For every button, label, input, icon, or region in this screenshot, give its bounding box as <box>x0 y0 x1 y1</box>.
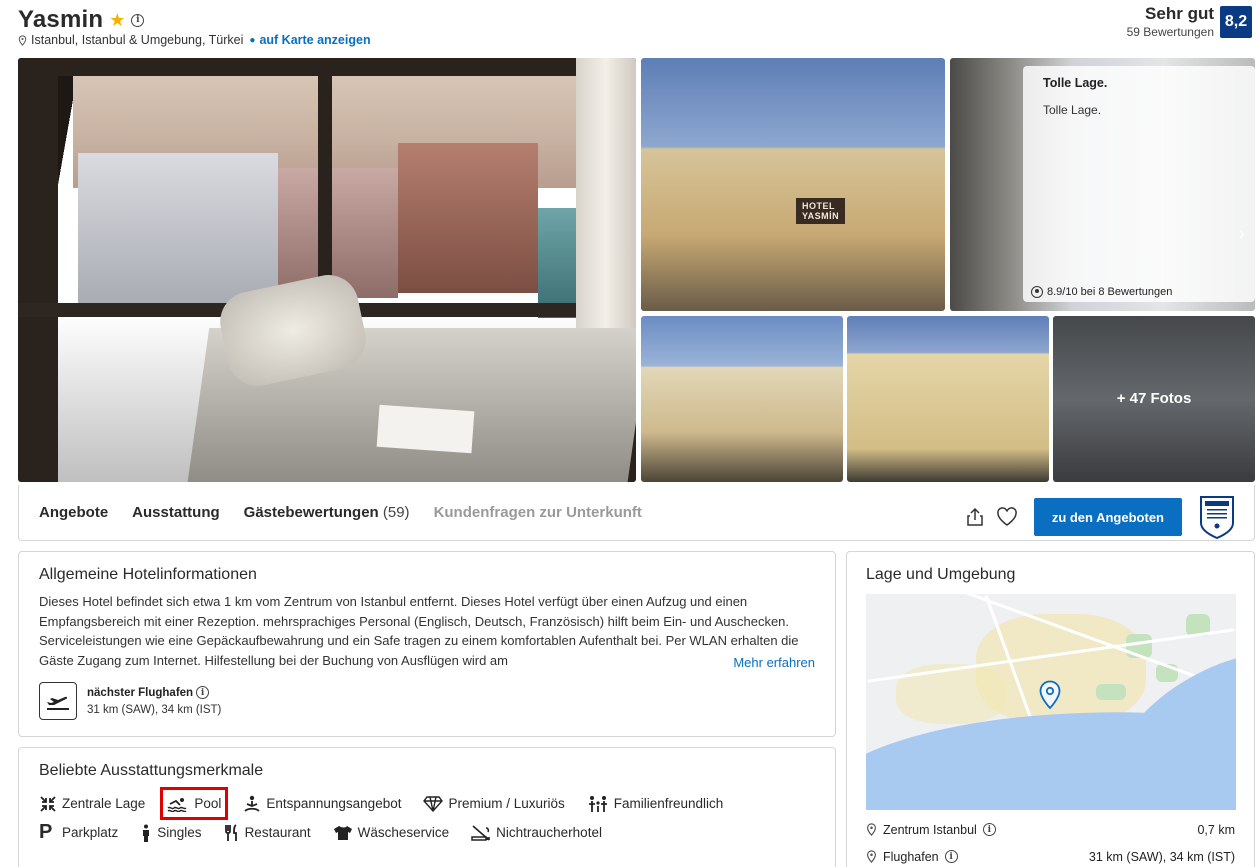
popular-features-panel: Beliebte Ausstattungsmerkmale Zentrale L… <box>18 747 836 867</box>
heart-icon[interactable] <box>996 506 1018 528</box>
distance-airport-value: 31 km (SAW), 34 km (IST) <box>1088 849 1235 864</box>
no-smoking-icon <box>471 824 490 841</box>
more-photos-label: + 47 Fotos <box>1116 390 1192 407</box>
feature-family: Familienfreundlich <box>587 794 723 813</box>
parking-icon: P <box>39 821 53 843</box>
hotel-header: Yasmin ★ i <box>18 6 145 34</box>
hotel-info-panel: Allgemeine Hotelinformationen Dieses Hot… <box>18 551 836 737</box>
guarantee-shield-icon <box>1200 496 1234 540</box>
info-icon[interactable]: i <box>131 13 145 27</box>
feature-laundry: Wäscheservice <box>333 823 449 842</box>
nearest-airport: nächster Flughafen i 31 km (SAW), 34 km … <box>39 682 815 720</box>
info-icon[interactable]: i <box>982 823 996 836</box>
info-icon[interactable]: i <box>944 850 958 863</box>
review-body: Tolle Lage. <box>1043 103 1102 117</box>
photo-street-view[interactable] <box>641 316 843 482</box>
tab-angebote[interactable]: Angebote <box>39 504 108 521</box>
feature-central-location: Zentrale Lage <box>39 794 145 813</box>
airport-label: nächster Flughafen <box>87 686 194 699</box>
diamond-icon <box>423 795 444 812</box>
feature-pool: Pool <box>160 787 229 820</box>
rating-count: 59 Bewertungen <box>1126 25 1214 39</box>
location-pin-icon <box>18 34 27 46</box>
map-link[interactable]: auf Karte anzeigen <box>259 33 370 47</box>
features-title: Beliebte Ausstattungsmerkmale <box>39 762 264 779</box>
hotel-sign: HOTEL YASMİN <box>796 198 846 224</box>
reviews-count: (59) <box>382 504 410 521</box>
info-title: Allgemeine Hotelinformationen <box>39 566 257 583</box>
location-title: Lage und Umgebung <box>866 566 1016 583</box>
cutlery-icon <box>224 823 237 841</box>
distance-row-center: Zentrum Istanbul i 0,7 km <box>866 816 1235 843</box>
person-icon <box>143 824 150 842</box>
airport-info-icon[interactable]: i <box>196 686 210 699</box>
feature-non-smoking: Nichtraucherhotel <box>471 823 602 842</box>
star-icon: ★ <box>109 10 126 30</box>
feature-restaurant: Restaurant <box>224 823 311 842</box>
share-icon[interactable] <box>964 506 986 528</box>
rating-score-badge: 8,2 <box>1220 6 1252 38</box>
review-snippet-card: Tolle Lage. Tolle Lage. 8.9/10 bei 8 Bew… <box>1023 66 1255 302</box>
read-more-link[interactable]: Mehr erfahren <box>727 655 815 670</box>
photo-building-corner[interactable] <box>847 316 1049 482</box>
map-pin-icon <box>1039 680 1061 710</box>
feature-premium: Premium / Luxuriös <box>423 794 565 813</box>
to-offers-button[interactable]: zu den Angeboten <box>1033 498 1182 536</box>
feature-parking: P Parkplatz <box>39 821 119 843</box>
bullet-dot: ● <box>249 34 256 46</box>
tab-gaestebewertungen[interactable]: Gästebewertungen (59) <box>244 504 410 521</box>
feature-wellness: Entspannungsangebot <box>243 794 401 813</box>
swimming-icon <box>167 797 187 812</box>
main-photo[interactable] <box>18 58 636 482</box>
more-photos-tile[interactable]: + 47 Fotos <box>1053 316 1255 482</box>
location-pin-icon <box>867 850 876 863</box>
location-text: Istanbul, Istanbul & Umgebung, Türkei <box>31 33 244 47</box>
plane-icon <box>39 682 77 720</box>
feature-singles: Singles <box>140 823 202 842</box>
rating-summary[interactable]: Sehr gut 59 Bewertungen 8,2 <box>1127 4 1252 39</box>
location-panel: Lage und Umgebung Zentrum Istanbul i 0,7… <box>846 551 1255 867</box>
hotel-location: Istanbul, Istanbul & Umgebung, Türkei ● … <box>18 33 371 47</box>
location-pin-icon <box>867 823 876 836</box>
tab-kundenfragen[interactable]: Kundenfragen zur Unterkunft <box>434 504 642 521</box>
info-description: Dieses Hotel befindet sich etwa 1 km vom… <box>39 592 815 670</box>
arrows-center-icon <box>40 795 56 812</box>
section-nav: Angebote Ausstattung Gästebewertungen (5… <box>18 485 1255 541</box>
distance-center-value: 0,7 km <box>1197 822 1235 837</box>
review-title: Tolle Lage. <box>1043 76 1108 90</box>
map-preview[interactable] <box>866 594 1236 810</box>
rating-word: Sehr gut <box>1145 4 1214 23</box>
family-icon <box>588 795 607 812</box>
user-icon <box>1031 286 1043 298</box>
review-footer: 8.9/10 bei 8 Bewertungen <box>1031 286 1172 298</box>
airport-distance: 31 km (SAW), 34 km (IST) <box>87 704 222 716</box>
meditation-icon <box>244 795 260 812</box>
distance-row-airport: Flughafen i 31 km (SAW), 34 km (IST) <box>866 843 1235 867</box>
hotel-name: Yasmin <box>18 6 104 33</box>
tab-ausstattung[interactable]: Ausstattung <box>132 504 220 521</box>
photo-hotel-facade[interactable]: HOTEL YASMİN <box>641 58 945 311</box>
shirt-icon <box>333 825 352 840</box>
